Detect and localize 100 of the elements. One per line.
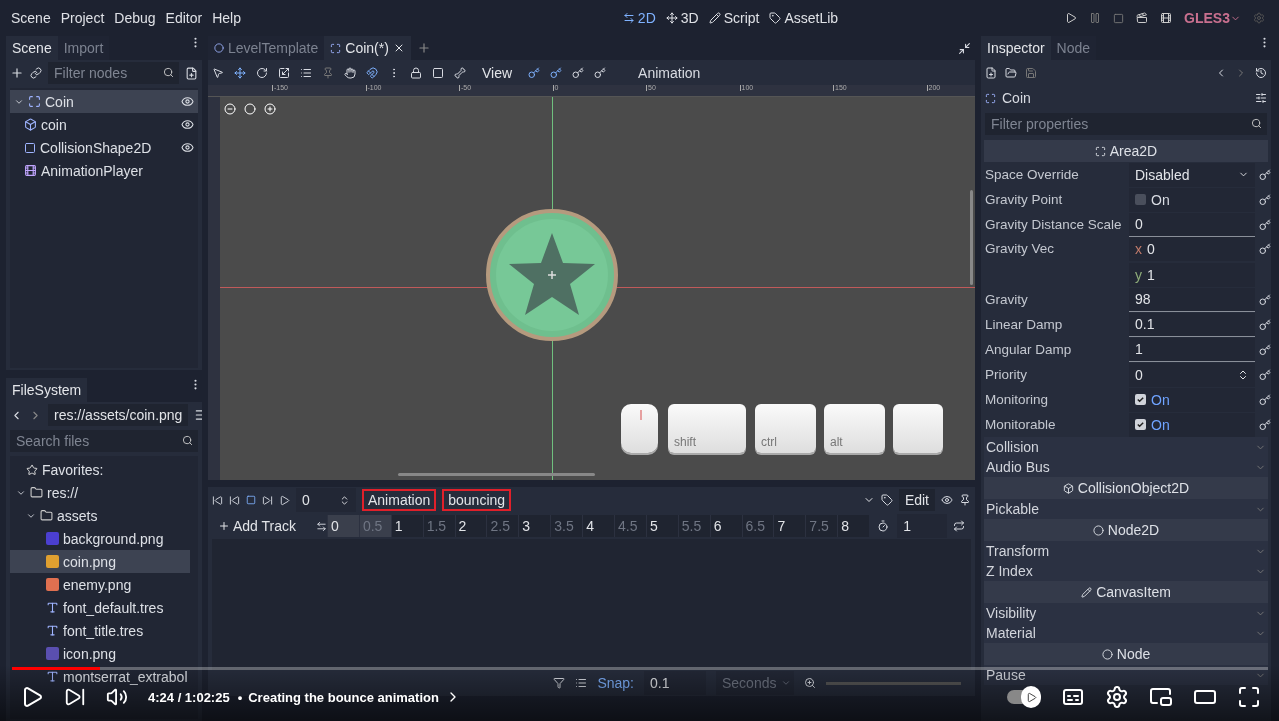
file-tree-item[interactable]: assets [10,504,190,527]
group-label: Collision [986,439,1040,455]
vector-field[interactable]: x 0 [1129,237,1255,261]
separator-dot: • [237,689,243,705]
group-label: Visibility [986,605,1038,621]
time-ruler-label: 4.5 [614,515,646,537]
workspace-tab[interactable]: 3D [665,10,699,26]
property-label: Linear Damp [985,317,1064,332]
scene-tree-item[interactable]: coin [10,113,198,136]
menu-item[interactable]: Debug [109,10,161,26]
view-menu[interactable]: View [476,61,519,84]
property-group[interactable]: Pickable [984,499,1268,519]
vector-field[interactable]: y 1 [1129,263,1255,287]
group-label: Audio Bus [986,459,1051,475]
edit-button[interactable]: Edit [898,489,935,511]
property-group[interactable]: Visibility [984,603,1268,623]
checkbox[interactable]: On [1129,387,1255,412]
dropdown-field[interactable]: Disabled [1129,162,1255,187]
filter-field[interactable]: Filter nodes [48,62,179,84]
time-ruler-label: 7 [773,515,806,537]
key-cap: alt [824,404,885,453]
property-label: Space Override [985,167,1080,182]
file-tree-item[interactable]: coin.png [10,550,190,573]
file-tree-item[interactable]: res:// [10,481,190,504]
menu-item[interactable]: Project [55,10,110,26]
time-ruler-label: 7.5 [805,515,838,537]
group-label: Material [986,625,1037,641]
time-ruler-label: 4 [582,515,614,537]
object-name: Coin [1002,90,1032,106]
key-cap: shift [668,404,746,453]
section-title: Node [1116,646,1151,662]
animation-name: bouncing [448,492,506,508]
snap-label: Snap: [597,675,634,691]
file-tree-item[interactable]: font_title.tres [10,619,190,642]
dock-tab[interactable]: Inspector [981,36,1051,60]
menu-item[interactable]: Scene [6,10,56,26]
path-field[interactable]: res://assets/coin.png [48,404,189,426]
file-tree-item[interactable]: montserrat_extrabol [10,665,190,688]
time-field[interactable]: 0 [296,488,356,512]
search-field[interactable]: Search files [10,430,198,452]
animation-dropdown[interactable]: bouncing [442,489,875,511]
checkbox[interactable]: On [1129,412,1255,437]
property-label: Angular Damp [985,342,1073,357]
spin-field[interactable]: 0 [1129,362,1255,387]
menu-item[interactable]: Editor [160,10,208,26]
file-tree-item[interactable]: Favorites: [10,458,190,481]
dock-tab[interactable]: FileSystem [6,378,88,402]
key-cap: ctrl [755,404,816,453]
group-label: Pause [986,667,1027,683]
scene-tree-item[interactable]: Coin [10,90,198,113]
group-label: Z Index [986,563,1034,579]
time-ruler-label: 1 [390,515,423,537]
number-field[interactable]: 0.1 [1129,312,1255,337]
section-title: CollisionObject2D [1077,480,1190,496]
time-ruler-label: 1.5 [422,515,455,537]
add-track-button[interactable]: Add Track [212,515,316,537]
group-label: Pickable [986,501,1040,517]
video-time: 4:24 / 1:02:25 [148,689,230,705]
menu-item[interactable]: Help [207,10,246,26]
time-ruler-label: 0 [327,515,359,537]
property-label: Monitorable [985,417,1057,432]
time-ruler-label: 5.5 [677,515,710,537]
scene-tree-item[interactable]: CollisionShape2D [10,136,198,159]
property-label: Monitoring [985,392,1050,407]
time-ruler-label: 3 [518,515,551,537]
dock-tab[interactable]: Scene [6,36,58,60]
property-label: Gravity Vec [985,240,1056,256]
filter-field[interactable]: Filter properties [985,113,1267,135]
workspace-tab[interactable]: AssetLib [769,10,839,26]
workspace-tab[interactable]: Script [708,10,760,26]
section-title: Node2D [1107,522,1160,538]
renderer-dropdown[interactable]: GLES3 [1184,10,1241,26]
property-group[interactable]: Pause [984,665,1268,685]
snap-field[interactable]: 0.1 [644,671,706,695]
toolbar-label: Animation [638,64,701,81]
property-group[interactable]: Material [984,623,1268,643]
file-tree-item[interactable]: background.png [10,527,190,550]
property-group[interactable]: Z Index [984,561,1268,581]
time-ruler-label: 8 [837,515,870,537]
number-field[interactable]: 98 [1129,287,1255,312]
workspace-tab[interactable]: 2D [622,10,656,26]
length-field[interactable]: 1 [897,514,947,538]
property-group[interactable]: Audio Bus [984,457,1268,477]
animation-label: Animation [368,492,431,508]
time-ruler-label: 6.5 [741,515,774,537]
property-label: Gravity Point [985,192,1064,207]
number-field[interactable]: 0 [1129,212,1255,237]
property-label: Gravity Distance Scale [985,217,1123,232]
property-group[interactable]: Transform [984,541,1268,561]
chapter-link[interactable]: Creating the bounce animation [248,689,439,705]
scene-tree-item[interactable]: AnimationPlayer [10,159,198,182]
checkbox[interactable]: On [1129,187,1255,212]
time-ruler-label: 5 [645,515,678,537]
file-tree-item[interactable]: icon.png [10,642,190,665]
section-title: CanvasItem [1096,584,1171,600]
file-tree-item[interactable]: enemy.png [10,573,190,596]
editor-tab[interactable]: Coin(*) [324,36,411,60]
number-field[interactable]: 1 [1129,337,1255,362]
property-group[interactable]: Collision [984,437,1268,457]
file-tree-item[interactable]: font_default.tres [10,596,190,619]
